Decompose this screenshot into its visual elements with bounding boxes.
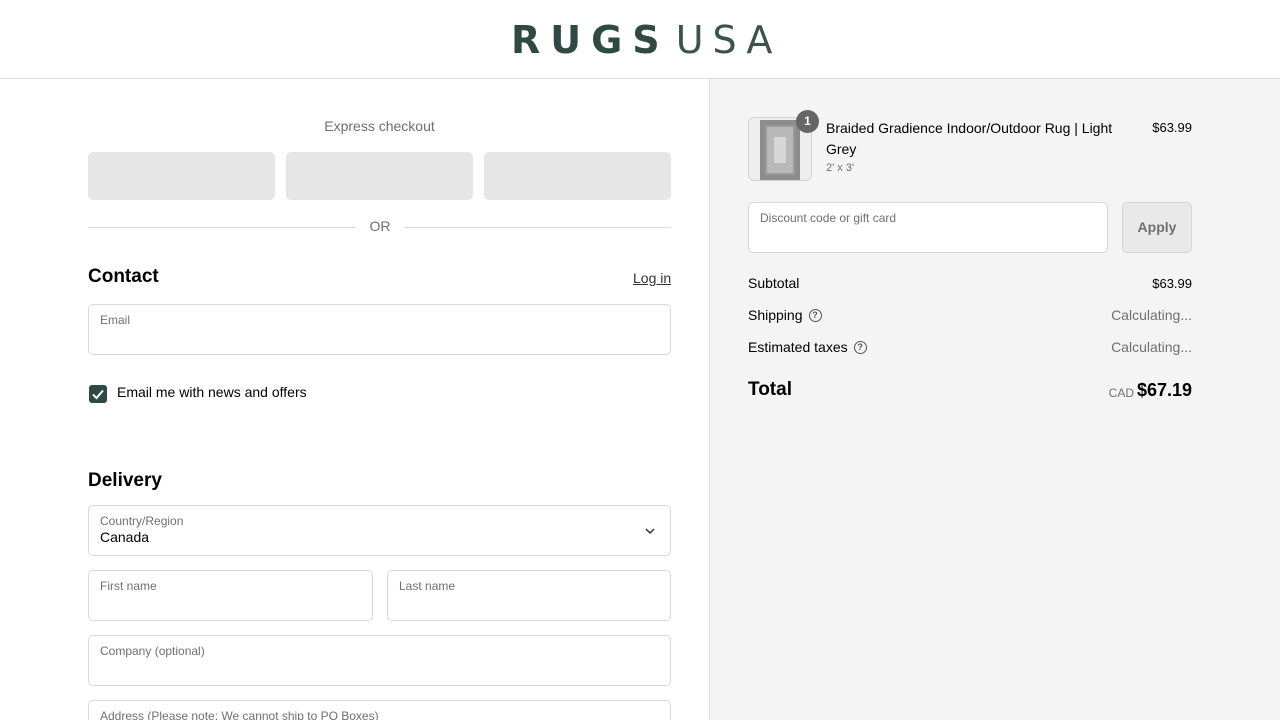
shipping-help-icon[interactable]: ? (808, 308, 822, 322)
total-amount: $67.19 (1136, 380, 1192, 400)
newsletter-checkbox[interactable] (89, 385, 107, 403)
subtotal-value: $63.99 (1152, 276, 1192, 291)
product-variant: 2' x 3' (826, 162, 855, 174)
taxes-value: Calculating... (1111, 339, 1192, 355)
express-pay-button-3[interactable] (484, 152, 671, 200)
total-label: Total (748, 379, 792, 400)
logo-primary: RUGS (511, 18, 670, 62)
shipping-label: Shipping ? (748, 307, 822, 323)
country-select[interactable]: Country/Region Canada (88, 505, 671, 556)
header: RUGS USA (0, 0, 1280, 79)
rug-image (760, 120, 800, 180)
product-price: $63.99 (1152, 120, 1192, 135)
chevron-down-icon (645, 528, 655, 535)
order-summary: 1 Braided Gradience Indoor/Outdoor Rug |… (710, 79, 1280, 720)
company-field[interactable]: Company (optional) (88, 635, 671, 686)
product-name: Braided Gradience Indoor/Outdoor Rug | L… (826, 120, 1113, 157)
taxes-label: Estimated taxes ? (748, 339, 867, 355)
country-select-value: Canada (100, 529, 150, 545)
shipping-value: Calculating... (1111, 307, 1192, 323)
company-label: Company (optional) (100, 644, 205, 658)
subtotal-label: Subtotal (748, 275, 800, 291)
or-divider-right (404, 227, 671, 228)
address-field[interactable]: Address (Please note: We cannot ship to … (88, 700, 671, 720)
express-checkout-title: Express checkout (324, 118, 435, 134)
taxes-help-icon[interactable]: ? (853, 340, 867, 354)
first-name-field[interactable]: First name (88, 570, 373, 621)
newsletter-label: Email me with news and offers (117, 384, 307, 400)
last-name-field[interactable]: Last name (387, 570, 671, 621)
express-pay-button-1[interactable] (88, 152, 275, 200)
delivery-heading: Delivery (88, 470, 162, 491)
rugs-usa-logo[interactable]: RUGS USA (511, 18, 782, 62)
email-field-label: Email (100, 313, 131, 327)
first-name-label: First name (100, 579, 157, 593)
total-currency: CAD (1108, 386, 1134, 400)
checkout-form: Express checkout OR Contact Log in Email… (0, 79, 709, 720)
apply-discount-button[interactable]: Apply (1122, 202, 1192, 253)
country-select-label: Country/Region (100, 514, 184, 528)
discount-code-input[interactable]: Discount code or gift card (748, 202, 1108, 253)
or-divider-left (88, 227, 356, 228)
logo-secondary: USA (675, 18, 782, 62)
address-label: Address (Please note: We cannot ship to … (100, 709, 379, 720)
quantity-badge: 1 (796, 110, 819, 133)
contact-heading: Contact (88, 266, 159, 287)
express-pay-button-2[interactable] (286, 152, 473, 200)
checkmark-icon (92, 389, 104, 400)
login-link[interactable]: Log in (633, 270, 671, 286)
or-divider-text: OR (369, 218, 391, 234)
discount-code-label: Discount code or gift card (760, 211, 897, 225)
last-name-label: Last name (399, 579, 456, 593)
email-field[interactable]: Email (88, 304, 671, 355)
